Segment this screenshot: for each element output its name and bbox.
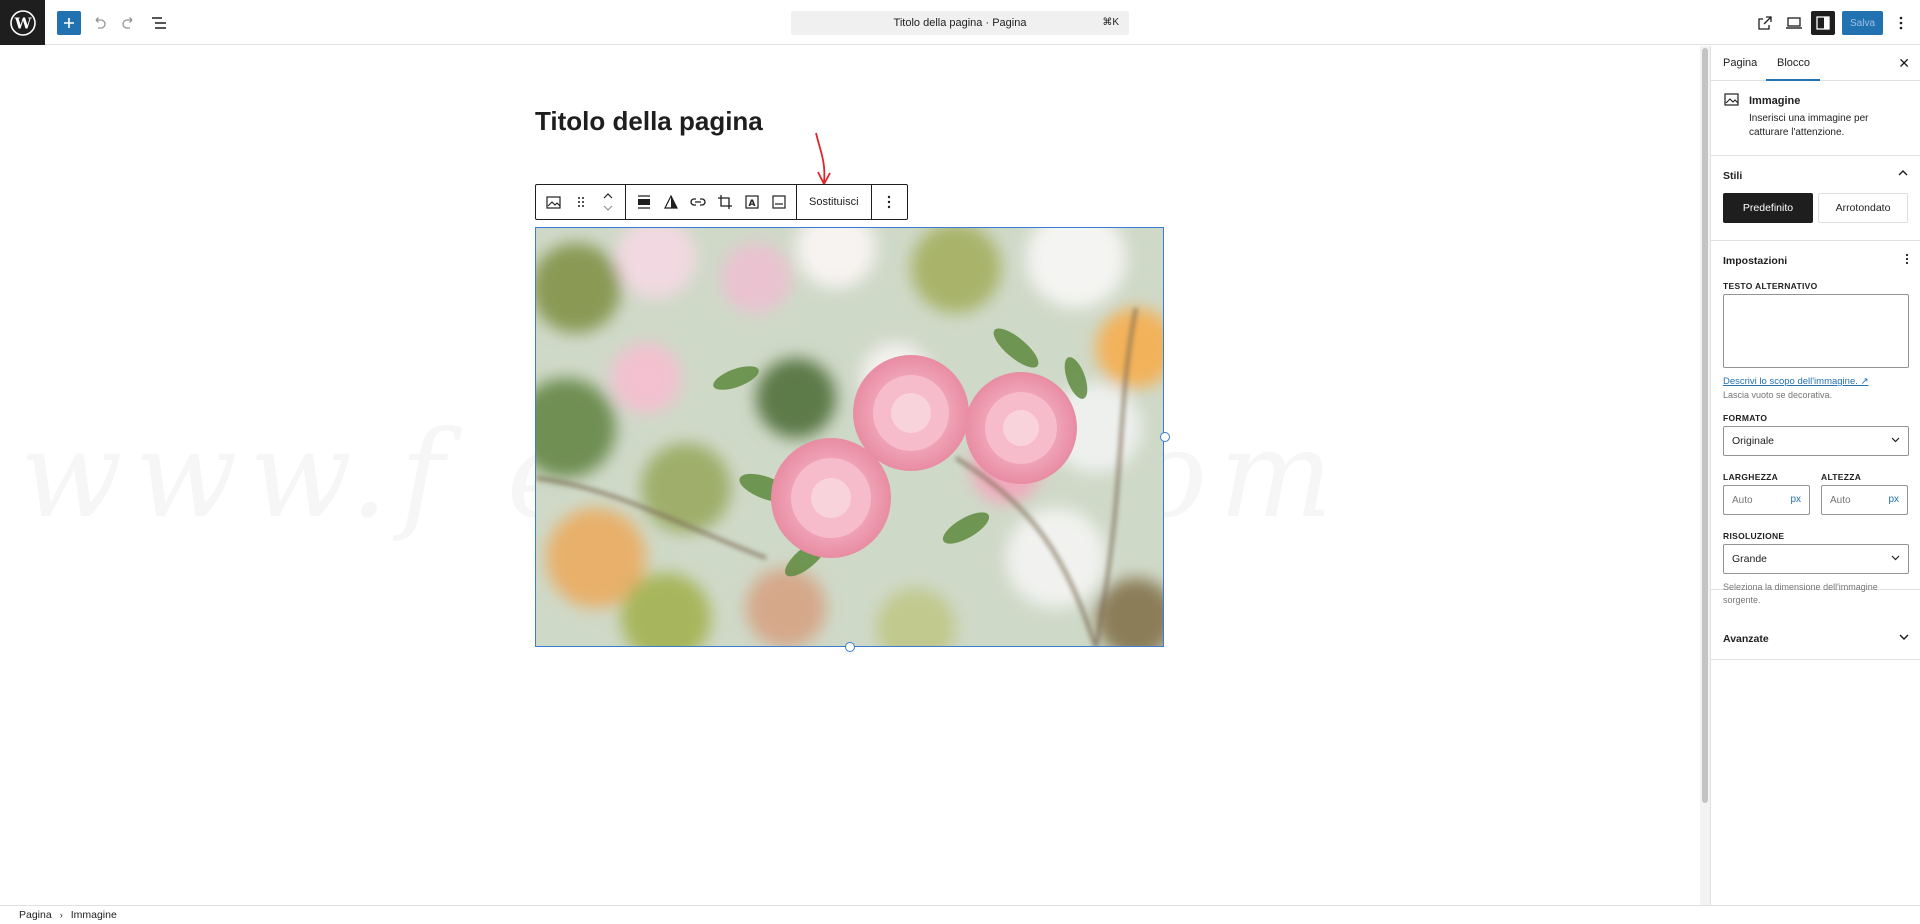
canvas-scrollbar[interactable] <box>1700 46 1710 905</box>
resolution-value: Grande <box>1732 553 1768 565</box>
device-preview-icon[interactable] <box>1781 10 1806 35</box>
settings-sidebar-icon[interactable] <box>1811 11 1835 35</box>
image-block[interactable] <box>535 227 1164 647</box>
block-card: Immagine Inserisci una immagine per catt… <box>1711 81 1920 156</box>
advanced-title[interactable]: Avanzate <box>1723 633 1769 645</box>
chevron-down-icon <box>1891 553 1900 564</box>
text-overlay-icon[interactable]: A <box>738 185 765 219</box>
svg-text:W: W <box>13 14 32 32</box>
block-options-icon[interactable] <box>876 185 903 219</box>
tab-block[interactable]: Blocco <box>1777 57 1810 69</box>
describe-purpose-link[interactable]: Descrivi lo scopo dell'immagine. ↗ <box>1723 376 1868 387</box>
chevron-down-icon <box>1891 435 1900 446</box>
breadcrumb: Pagina › Immagine <box>0 905 1920 924</box>
alt-text-label: TESTO ALTERNATIVO <box>1723 281 1818 291</box>
tab-page[interactable]: Pagina <box>1723 57 1757 69</box>
toolbar-group-tools: A <box>626 185 797 219</box>
svg-text:A: A <box>748 199 755 209</box>
sidebar-tabs: Pagina Blocco ✕ <box>1711 46 1920 81</box>
panel-options-icon[interactable] <box>1905 253 1909 268</box>
replace-button[interactable]: Sostituisci <box>801 185 867 219</box>
alt-help-text: Lascia vuoto se decorativa. <box>1723 390 1833 400</box>
resolution-label: RISOLUZIONE <box>1723 531 1785 541</box>
view-external-icon[interactable] <box>1752 10 1777 35</box>
settings-title[interactable]: Impostazioni <box>1723 255 1787 267</box>
caption-icon[interactable] <box>765 185 792 219</box>
red-arrow-icon <box>815 132 831 186</box>
width-input[interactable]: Auto px <box>1723 485 1810 515</box>
style-rounded-button[interactable]: Arrotondato <box>1818 193 1908 223</box>
alt-text-input[interactable] <box>1723 294 1909 368</box>
width-unit[interactable]: px <box>1790 494 1801 505</box>
width-label: LARGHEZZA <box>1723 472 1779 482</box>
format-value: Originale <box>1732 435 1775 447</box>
height-unit[interactable]: px <box>1888 494 1899 505</box>
link-icon[interactable] <box>684 185 711 219</box>
resolution-select[interactable]: Grande <box>1723 544 1909 574</box>
image-block-icon[interactable] <box>540 185 567 219</box>
image-block-icon <box>1724 93 1739 106</box>
format-label: FORMATO <box>1723 413 1768 423</box>
format-select[interactable]: Originale <box>1723 426 1909 456</box>
list-view-icon[interactable] <box>146 10 171 35</box>
camellia-photo <box>536 228 1163 646</box>
chevron-up-icon[interactable] <box>1898 168 1908 180</box>
breadcrumb-item-image[interactable]: Immagine <box>71 909 117 921</box>
style-default-button[interactable]: Predefinito <box>1723 193 1813 223</box>
scrollbar-thumb[interactable] <box>1702 48 1708 803</box>
styles-title[interactable]: Stili <box>1723 170 1742 182</box>
height-input[interactable]: Auto px <box>1821 485 1908 515</box>
resolution-help-text: Seleziona la dimensione dell'immagine so… <box>1723 582 1878 605</box>
breadcrumb-item-page[interactable]: Pagina <box>19 909 52 921</box>
command-shortcut: ⌘K <box>1102 17 1119 28</box>
height-placeholder: Auto <box>1830 494 1851 506</box>
document-title: Titolo della pagina · Pagina <box>893 17 1027 29</box>
more-options-icon[interactable] <box>1888 10 1913 35</box>
settings-panel: Impostazioni TESTO ALTERNATIVO Descrivi … <box>1711 242 1920 590</box>
top-toolbar: W Titolo della pagina · Pagina ⌘K Salva <box>0 0 1920 45</box>
save-button[interactable]: Salva <box>1842 11 1883 35</box>
duotone-filter-icon[interactable] <box>657 185 684 219</box>
align-icon[interactable] <box>630 185 657 219</box>
crop-icon[interactable] <box>711 185 738 219</box>
chevron-right-icon: › <box>59 910 63 920</box>
toolbar-group-block <box>536 185 626 219</box>
add-block-button[interactable] <box>57 11 81 35</box>
block-description: Inserisci una immagine per catturare l'a… <box>1749 113 1869 138</box>
drag-handle-icon[interactable] <box>567 185 594 219</box>
toolbar-group-replace: Sostituisci <box>797 185 872 219</box>
block-toolbar: A Sostituisci <box>535 184 908 220</box>
editor-app: W Titolo della pagina · Pagina ⌘K Salva <box>0 0 1920 924</box>
width-placeholder: Auto <box>1732 494 1753 506</box>
toolbar-group-more <box>872 185 907 219</box>
move-up-down-icon[interactable] <box>594 185 621 219</box>
height-label: ALTEZZA <box>1821 472 1862 482</box>
resize-handle-right[interactable] <box>1160 432 1170 442</box>
advanced-panel[interactable]: Avanzate <box>1711 620 1920 660</box>
redo-icon[interactable] <box>116 10 141 35</box>
editor-canvas[interactable]: www.f erobon.com Titolo della pagina <box>0 46 1700 905</box>
chevron-down-icon[interactable] <box>1899 632 1909 644</box>
close-icon[interactable]: ✕ <box>1898 55 1910 72</box>
settings-sidebar: Pagina Blocco ✕ Immagine Inserisci una i… <box>1710 46 1920 905</box>
wordpress-logo-icon[interactable]: W <box>0 0 45 45</box>
page-title[interactable]: Titolo della pagina <box>535 106 763 137</box>
resize-handle-bottom[interactable] <box>845 642 855 652</box>
undo-icon[interactable] <box>86 10 111 35</box>
document-bar[interactable]: Titolo della pagina · Pagina ⌘K <box>791 11 1129 35</box>
block-name: Immagine <box>1749 95 1801 107</box>
